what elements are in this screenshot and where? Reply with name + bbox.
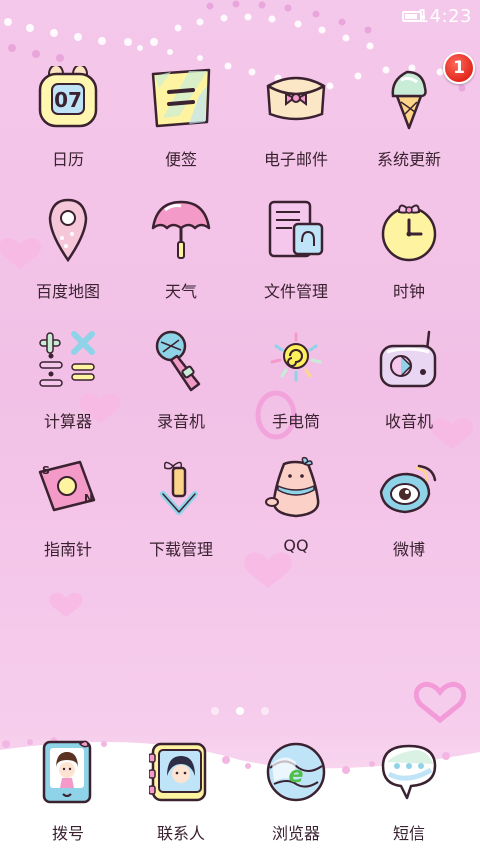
contacts-book-icon	[149, 742, 207, 802]
weibo-eye-icon	[379, 464, 437, 514]
app-download-manager[interactable]: 下载管理	[125, 456, 237, 576]
app-label: 天气	[164, 282, 197, 301]
app-label: 文件管理	[263, 282, 328, 301]
calendar-day-number: 07	[54, 88, 82, 112]
qq-penguin-icon	[265, 456, 320, 518]
app-label: 时钟	[392, 282, 425, 301]
email-icon	[266, 76, 326, 121]
flashlight-sun-icon	[270, 332, 322, 382]
page-indicator[interactable]	[0, 700, 480, 719]
app-label: 便签	[164, 150, 197, 169]
app-recorder[interactable]: 录音机	[125, 328, 237, 448]
app-label: 电子邮件	[263, 150, 328, 169]
app-label: 录音机	[156, 412, 205, 431]
file-folder-icon	[268, 200, 324, 258]
app-calendar[interactable]: 07 日历	[12, 66, 124, 186]
download-arrow-icon	[160, 461, 198, 515]
radio-icon	[379, 330, 437, 388]
umbrella-icon	[151, 200, 211, 259]
calendar-icon: 07	[38, 66, 98, 128]
app-label: 微博	[392, 540, 425, 559]
notification-badge: 1	[443, 52, 475, 84]
page-dot[interactable]	[261, 707, 270, 715]
app-label: 下载管理	[148, 540, 213, 559]
app-radio[interactable]: 收音机	[353, 328, 465, 448]
clock-icon	[381, 204, 437, 262]
app-file-manager[interactable]: 文件管理	[240, 198, 352, 318]
app-label: 百度地图	[35, 282, 100, 301]
dock: 拨号 联系人 e 浏览器 短信	[0, 730, 480, 853]
compass-south-letter: S	[42, 464, 50, 477]
page-dot-active[interactable]	[236, 707, 244, 715]
app-label: 日历	[51, 150, 84, 169]
app-clock[interactable]: 时钟	[353, 198, 465, 318]
page-dot[interactable]	[210, 707, 219, 715]
dock-app-label: 拨号	[51, 824, 84, 843]
dock-app-dialer[interactable]: 拨号	[12, 730, 124, 843]
calculator-icon	[39, 331, 95, 387]
app-label: 手电筒	[271, 412, 320, 431]
dock-app-browser[interactable]: e 浏览器	[240, 730, 352, 843]
status-clock: 14:23	[417, 6, 472, 27]
ice-cream-icon	[391, 70, 427, 130]
map-pin-icon	[48, 198, 88, 262]
phone-doll-icon	[42, 740, 92, 804]
app-label: 系统更新	[376, 150, 441, 169]
message-bubble-icon	[381, 744, 437, 800]
dock-app-messages[interactable]: 短信	[353, 730, 465, 843]
app-label: 收音机	[384, 412, 433, 431]
app-qq[interactable]: QQ	[240, 456, 352, 576]
app-email[interactable]: 电子邮件	[240, 66, 352, 186]
app-label: 指南针	[43, 540, 92, 559]
microphone-icon	[155, 330, 201, 392]
compass-north-letter: N	[84, 492, 93, 505]
notepad-icon	[151, 68, 211, 128]
browser-letter: e	[289, 763, 304, 788]
app-label: 计算器	[43, 412, 92, 431]
compass-icon: S N	[38, 460, 96, 512]
app-notepad[interactable]: 便签	[125, 66, 237, 186]
dock-app-label: 联系人	[156, 824, 205, 843]
app-weather[interactable]: 天气	[125, 198, 237, 318]
home-screen: 14:23 07 日历 便签 电子邮件 1 系统更新 百度地图 天气 文件管理 …	[0, 0, 480, 853]
dock-app-label: 短信	[392, 824, 425, 843]
app-flashlight[interactable]: 手电筒	[240, 328, 352, 448]
dock-app-contacts[interactable]: 联系人	[125, 730, 237, 843]
dock-app-label: 浏览器	[271, 824, 320, 843]
app-calculator[interactable]: 计算器	[12, 328, 124, 448]
status-bar: 14:23	[0, 0, 480, 34]
app-label: QQ	[283, 536, 309, 555]
app-compass[interactable]: S N 指南针	[12, 456, 124, 576]
app-weibo[interactable]: 微博	[353, 456, 465, 576]
app-baidu-map[interactable]: 百度地图	[12, 198, 124, 318]
browser-ball-icon: e	[266, 742, 326, 802]
app-system-update[interactable]: 1 系统更新	[353, 52, 475, 186]
